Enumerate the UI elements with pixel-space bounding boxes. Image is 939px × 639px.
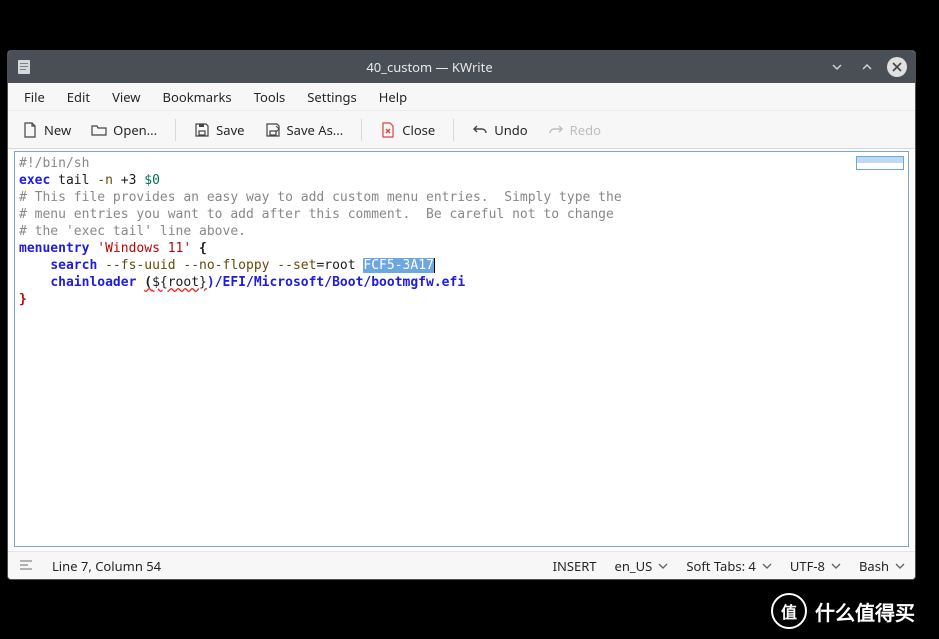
code-line: #!/bin/sh [19, 156, 89, 171]
new-button[interactable]: New [14, 116, 79, 144]
chevron-down-icon [658, 561, 668, 571]
open-button[interactable]: Open... [83, 116, 165, 144]
undo-label: Undo [494, 121, 527, 139]
menu-bookmarks[interactable]: Bookmarks [153, 84, 242, 110]
status-syntax-label: Bash [859, 557, 889, 575]
code-text: =root [316, 258, 363, 273]
window-controls [827, 57, 907, 77]
titlebar: 40_custom — KWrite [8, 51, 915, 83]
code-path: /EFI/Microsoft/Boot/bootmgfw.efi [215, 275, 465, 290]
redo-label: Redo [570, 121, 601, 139]
chevron-down-icon [831, 561, 841, 571]
menu-file[interactable]: File [14, 84, 55, 110]
menu-settings[interactable]: Settings [297, 84, 366, 110]
code-brace: { [199, 241, 207, 256]
menu-help[interactable]: Help [369, 84, 417, 110]
code-error: (${root} [144, 275, 207, 290]
save-as-label: Save As... [287, 121, 344, 139]
toolbar-separator [175, 119, 176, 141]
maximize-button[interactable] [857, 57, 877, 77]
brand-logo-icon: 值 [771, 593, 807, 629]
redo-button[interactable]: Redo [540, 116, 609, 144]
code-text: +3 [113, 173, 144, 188]
code-keyword: menuentry [19, 241, 89, 256]
status-encoding-label: UTF-8 [790, 557, 825, 575]
close-button[interactable]: Close [372, 116, 443, 144]
minimap[interactable] [856, 156, 904, 170]
status-syntax[interactable]: Bash [859, 557, 905, 575]
code-keyword: chainloader [50, 275, 144, 290]
app-window: 40_custom — KWrite File Edit View Bookma… [7, 50, 916, 580]
code-brace: ) [207, 275, 215, 290]
editor-area[interactable]: #!/bin/sh exec tail -n +3 $0 # This file… [14, 151, 909, 547]
code-editor[interactable]: #!/bin/sh exec tail -n +3 $0 # This file… [15, 152, 908, 546]
code-arg: $0 [144, 173, 160, 188]
text-cursor [434, 258, 435, 273]
code-string: 'Windows 11' [89, 241, 199, 256]
chevron-down-icon [762, 561, 772, 571]
code-selection: FCF5-3A17 [363, 258, 433, 273]
code-comment: # This file provides an easy way to add … [19, 190, 622, 205]
code-keyword: search [50, 258, 97, 273]
status-indent-label: Soft Tabs: 4 [686, 557, 756, 575]
status-encoding[interactable]: UTF-8 [790, 557, 841, 575]
new-label: New [44, 121, 71, 139]
statusbar: Line 7, Column 54 INSERT en_US Soft Tabs… [8, 551, 915, 579]
minimize-button[interactable] [827, 57, 847, 77]
new-file-icon [22, 122, 38, 138]
code-text: tail [50, 173, 97, 188]
save-label: Save [216, 121, 244, 139]
indent-icon[interactable] [18, 558, 34, 574]
code-keyword: exec [19, 173, 50, 188]
redo-icon [548, 122, 564, 138]
open-label: Open... [113, 121, 157, 139]
save-icon [194, 122, 210, 138]
status-position[interactable]: Line 7, Column 54 [52, 557, 161, 575]
code-option: -n [97, 173, 113, 188]
app-icon [16, 59, 32, 75]
code-indent [19, 275, 50, 290]
toolbar: New Open... Save Save As... Close Undo R… [8, 111, 915, 149]
brand-text: 什么值得买 [815, 597, 915, 626]
open-folder-icon [91, 122, 107, 138]
close-window-button[interactable] [887, 57, 907, 77]
code-comment: # menu entries you want to add after thi… [19, 207, 614, 222]
save-as-button[interactable]: Save As... [257, 116, 352, 144]
chevron-down-icon [895, 561, 905, 571]
toolbar-separator [453, 119, 454, 141]
toolbar-separator [361, 119, 362, 141]
code-indent [19, 258, 50, 273]
status-lang-label: en_US [615, 557, 653, 575]
save-button[interactable]: Save [186, 116, 252, 144]
status-indent[interactable]: Soft Tabs: 4 [686, 557, 772, 575]
close-file-icon [380, 122, 396, 138]
status-language[interactable]: en_US [615, 557, 669, 575]
undo-icon [472, 122, 488, 138]
menu-view[interactable]: View [102, 84, 150, 110]
undo-button[interactable]: Undo [464, 116, 535, 144]
save-as-icon [265, 122, 281, 138]
status-insert-mode[interactable]: INSERT [553, 557, 597, 575]
code-brace: } [19, 292, 27, 307]
watermark: 值 什么值得买 [771, 593, 915, 629]
code-option: --fs-uuid --no-floppy --set [97, 258, 316, 273]
close-label: Close [402, 121, 435, 139]
menu-tools[interactable]: Tools [244, 84, 296, 110]
menu-edit[interactable]: Edit [57, 84, 100, 110]
code-comment: # the 'exec tail' line above. [19, 224, 246, 239]
window-title: 40_custom — KWrite [32, 58, 827, 76]
menubar: File Edit View Bookmarks Tools Settings … [8, 83, 915, 111]
